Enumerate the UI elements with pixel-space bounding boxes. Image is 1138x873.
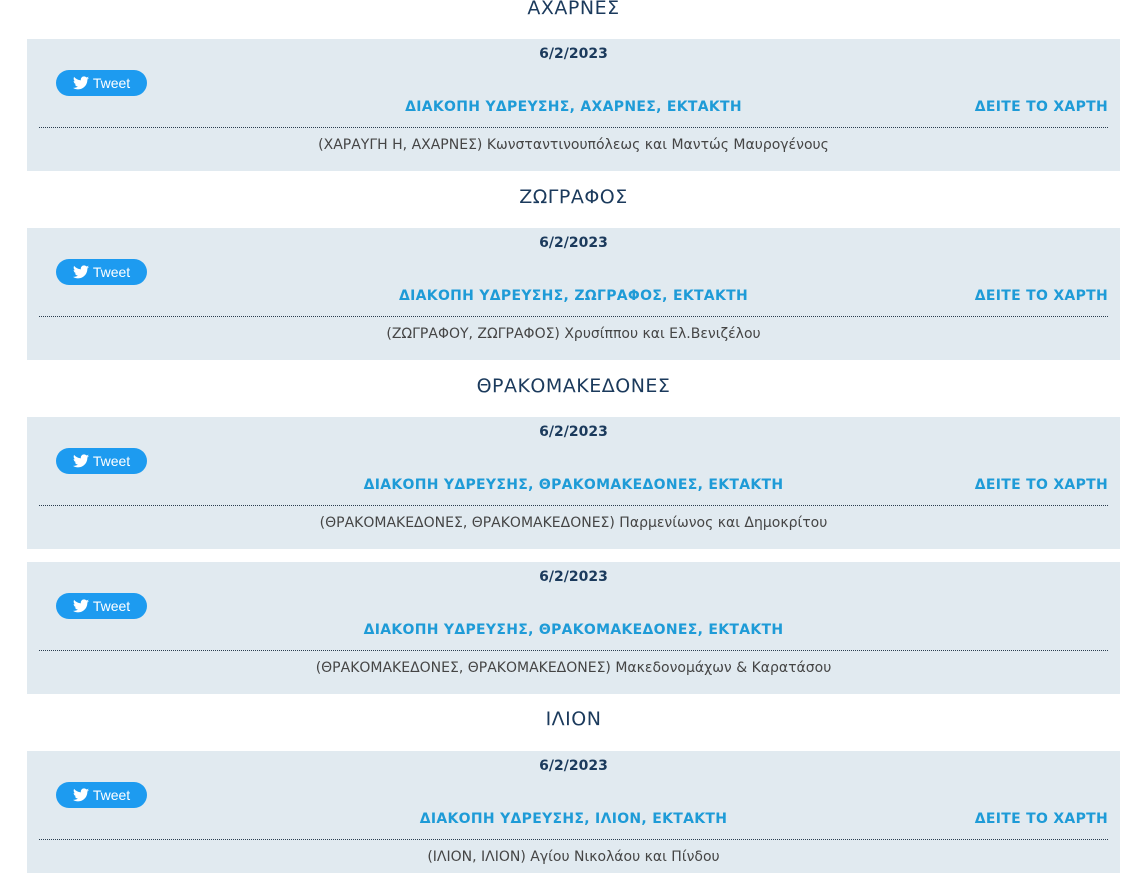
area-heading: ΙΛΙΟΝ	[545, 708, 602, 730]
notice-card: 6/2/2023 Tweet ΔΙΑΚΟΠΗ ΥΔΡΕΥΣΗΣ, ΑΧΑΡΝΕΣ…	[27, 39, 1120, 171]
tweet-button-label: Tweet	[92, 787, 131, 803]
tweet-button[interactable]: Tweet	[56, 259, 147, 285]
twitter-bird-icon	[72, 788, 89, 802]
area-heading: ΖΩΓΡΑΦΟΣ	[519, 186, 628, 208]
area-heading: ΘΡΑΚΟΜΑΚΕΔΟΝΕΣ	[476, 375, 671, 397]
dotted-divider	[39, 650, 1108, 651]
view-map-link[interactable]: ΔΕΙΤΕ ΤΟ ΧΑΡΤΗ	[975, 811, 1108, 827]
notice-date: 6/2/2023	[539, 569, 608, 585]
notice-title-link[interactable]: ΔΙΑΚΟΠΗ ΥΔΡΕΥΣΗΣ, ΙΛΙΟΝ, ΕΚΤΑΚΤΗ	[27, 811, 1120, 827]
notice-details: (ΙΛΙΟΝ, ΙΛΙΟΝ) Αγίου Νικολάου και Πίνδου	[427, 849, 720, 865]
tweet-button[interactable]: Tweet	[56, 448, 147, 474]
tweet-button-label: Tweet	[92, 453, 131, 469]
view-map-link[interactable]: ΔΕΙΤΕ ΤΟ ΧΑΡΤΗ	[975, 477, 1108, 493]
notice-date: 6/2/2023	[539, 235, 608, 251]
notice-details: (ΘΡΑΚΟΜΑΚΕΔΟΝΕΣ, ΘΡΑΚΟΜΑΚΕΔΟΝΕΣ) Παρμενί…	[319, 515, 828, 531]
dotted-divider	[39, 839, 1108, 840]
notice-date: 6/2/2023	[539, 758, 608, 774]
twitter-bird-icon	[72, 76, 89, 90]
tweet-button-label: Tweet	[92, 75, 131, 91]
notice-card: 6/2/2023 Tweet ΔΙΑΚΟΠΗ ΥΔΡΕΥΣΗΣ, ΙΛΙΟΝ, …	[27, 751, 1120, 873]
notice-details: (ΖΩΓΡΑΦΟΥ, ΖΩΓΡΑΦΟΣ) Χρυσίππου και Ελ.Βε…	[386, 326, 761, 342]
notice-card: 6/2/2023 Tweet ΔΙΑΚΟΠΗ ΥΔΡΕΥΣΗΣ, ΘΡΑΚΟΜΑ…	[27, 417, 1120, 549]
area-heading: ΑΧΑΡΝΕΣ	[527, 0, 620, 19]
tweet-button-label: Tweet	[92, 598, 131, 614]
view-map-link[interactable]: ΔΕΙΤΕ ΤΟ ΧΑΡΤΗ	[975, 99, 1108, 115]
notice-date: 6/2/2023	[539, 424, 608, 440]
notice-title-link[interactable]: ΔΙΑΚΟΠΗ ΥΔΡΕΥΣΗΣ, ΑΧΑΡΝΕΣ, ΕΚΤΑΚΤΗ	[27, 99, 1120, 115]
notice-card: 6/2/2023 Tweet ΔΙΑΚΟΠΗ ΥΔΡΕΥΣΗΣ, ΖΩΓΡΑΦΟ…	[27, 228, 1120, 360]
tweet-button[interactable]: Tweet	[56, 593, 147, 619]
notice-details: (ΘΡΑΚΟΜΑΚΕΔΟΝΕΣ, ΘΡΑΚΟΜΑΚΕΔΟΝΕΣ) Μακεδον…	[315, 660, 832, 676]
tweet-button[interactable]: Tweet	[56, 70, 147, 96]
dotted-divider	[39, 505, 1108, 506]
tweet-button[interactable]: Tweet	[56, 782, 147, 808]
twitter-bird-icon	[72, 454, 89, 468]
notice-date: 6/2/2023	[539, 46, 608, 62]
twitter-bird-icon	[72, 599, 89, 613]
twitter-bird-icon	[72, 265, 89, 279]
notice-card: 6/2/2023 Tweet ΔΙΑΚΟΠΗ ΥΔΡΕΥΣΗΣ, ΘΡΑΚΟΜΑ…	[27, 562, 1120, 694]
view-map-link[interactable]: ΔΕΙΤΕ ΤΟ ΧΑΡΤΗ	[975, 288, 1108, 304]
notice-title-link[interactable]: ΔΙΑΚΟΠΗ ΥΔΡΕΥΣΗΣ, ΖΩΓΡΑΦΟΣ, ΕΚΤΑΚΤΗ	[27, 288, 1120, 304]
dotted-divider	[39, 127, 1108, 128]
notice-title-link[interactable]: ΔΙΑΚΟΠΗ ΥΔΡΕΥΣΗΣ, ΘΡΑΚΟΜΑΚΕΔΟΝΕΣ, ΕΚΤΑΚΤ…	[27, 477, 1120, 493]
notice-details: (ΧΑΡΑΥΓΗ Η, ΑΧΑΡΝΕΣ) Κωνσταντινουπόλεως …	[318, 137, 829, 153]
tweet-button-label: Tweet	[92, 264, 131, 280]
dotted-divider	[39, 316, 1108, 317]
notice-title-link[interactable]: ΔΙΑΚΟΠΗ ΥΔΡΕΥΣΗΣ, ΘΡΑΚΟΜΑΚΕΔΟΝΕΣ, ΕΚΤΑΚΤ…	[27, 622, 1120, 638]
notice-list: ΑΧΑΡΝΕΣ 6/2/2023 Tweet ΔΙΑΚΟΠΗ ΥΔΡΕΥΣΗΣ,…	[0, 0, 1138, 873]
